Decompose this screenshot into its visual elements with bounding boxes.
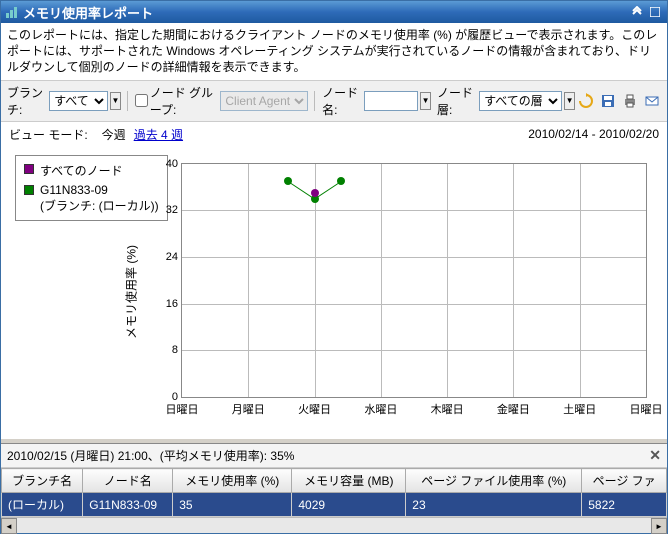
legend-item: G11N833-09 (ブランチ: (ローカル)) <box>24 183 159 214</box>
column-header[interactable]: メモリ容量 (MB) <box>292 469 406 493</box>
legend-label: すべてのノード <box>40 162 123 179</box>
y-tick: 40 <box>166 158 182 170</box>
detail-header-text: 2010/02/15 (月曜日) 21:00、(平均メモリ使用率): 35% <box>7 447 294 464</box>
chart: 0816243240日曜日月曜日火曜日水曜日木曜日金曜日土曜日日曜日 <box>151 153 657 428</box>
detail-close-icon[interactable]: ✕ <box>649 447 661 464</box>
detail-header: 2010/02/15 (月曜日) 21:00、(平均メモリ使用率): 35% ✕ <box>1 444 667 468</box>
viewmode-link[interactable]: 過去 4 週 <box>134 126 183 143</box>
detail-table-wrap[interactable]: ブランチ名ノード名メモリ使用率 (%)メモリ容量 (MB)ページ ファイル使用率… <box>1 468 667 517</box>
close-button[interactable] <box>647 4 663 20</box>
collapse-button[interactable] <box>629 4 645 20</box>
nodename-label: ノード名: <box>322 84 360 118</box>
chart-area: すべてのノード G11N833-09 (ブランチ: (ローカル)) メモリ使用率 … <box>1 147 667 438</box>
title-text: メモリ使用率レポート <box>23 3 153 22</box>
filter-bar: ブランチ: すべて ▼ ノード グループ: Client Agent ノード名:… <box>1 80 667 122</box>
x-tick: 金曜日 <box>497 397 530 417</box>
branch-select[interactable]: すべて <box>49 91 108 111</box>
table-cell: (ローカル) <box>2 493 83 517</box>
branch-dropdown-extra[interactable]: ▼ <box>110 92 121 110</box>
y-tick: 32 <box>166 204 182 216</box>
nodename-dropdown[interactable]: ▼ <box>420 92 431 110</box>
column-header[interactable]: ページ ファイル使用率 (%) <box>406 469 582 493</box>
refresh-icon[interactable] <box>577 92 595 110</box>
column-header[interactable]: ノード名 <box>83 469 173 493</box>
column-header[interactable]: メモリ使用率 (%) <box>173 469 292 493</box>
detail-table: ブランチ名ノード名メモリ使用率 (%)メモリ容量 (MB)ページ ファイル使用率… <box>1 468 667 517</box>
detail-panel: 2010/02/15 (月曜日) 21:00、(平均メモリ使用率): 35% ✕… <box>1 444 667 533</box>
scroll-left-button[interactable]: ◄ <box>1 518 17 534</box>
legend: すべてのノード G11N833-09 (ブランチ: (ローカル)) <box>15 155 168 221</box>
x-tick: 木曜日 <box>431 397 464 417</box>
save-icon[interactable] <box>599 92 617 110</box>
viewmode-label: ビュー モード: <box>9 126 88 143</box>
table-cell: 23 <box>406 493 582 517</box>
y-tick: 24 <box>166 251 182 263</box>
table-cell: 5822 <box>582 493 667 517</box>
titlebar[interactable]: メモリ使用率レポート <box>1 1 667 23</box>
legend-label: G11N833-09 (ブランチ: (ローカル)) <box>40 183 159 214</box>
table-cell: 35 <box>173 493 292 517</box>
table-cell: G11N833-09 <box>83 493 173 517</box>
tier-select[interactable]: すべての層 <box>479 91 562 111</box>
x-tick: 日曜日 <box>166 397 199 417</box>
content: このレポートには、指定した期間におけるクライアント ノードのメモリ使用率 (%)… <box>1 23 667 533</box>
x-tick: 月曜日 <box>232 397 265 417</box>
x-tick: 火曜日 <box>298 397 331 417</box>
column-header[interactable]: ブランチ名 <box>2 469 83 493</box>
viewmode-bar: ビュー モード: 今週 過去 4 週 2010/02/14 - 2010/02/… <box>1 122 667 147</box>
description: このレポートには、指定した期間におけるクライアント ノードのメモリ使用率 (%)… <box>1 23 667 80</box>
viewmode-current: 今週 <box>102 126 126 143</box>
plot-area[interactable]: 0816243240日曜日月曜日火曜日水曜日木曜日金曜日土曜日日曜日 <box>181 163 647 398</box>
data-point[interactable] <box>311 189 319 197</box>
legend-swatch <box>24 164 34 174</box>
tier-label: ノード層: <box>437 84 475 118</box>
report-window: メモリ使用率レポート このレポートには、指定した期間におけるクライアント ノード… <box>0 0 668 534</box>
column-header[interactable]: ページ ファ <box>582 469 667 493</box>
print-icon[interactable] <box>621 92 639 110</box>
y-axis-label: メモリ使用率 (%) <box>123 245 140 339</box>
horizontal-scrollbar[interactable]: ◄ ► <box>1 517 667 533</box>
date-range: 2010/02/14 - 2010/02/20 <box>528 127 659 141</box>
table-row[interactable]: (ローカル)G11N833-09354029235822 <box>2 493 667 517</box>
nodename-input[interactable] <box>364 91 418 111</box>
nodegroup-checkbox[interactable] <box>135 94 148 107</box>
email-icon[interactable] <box>643 92 661 110</box>
legend-item: すべてのノード <box>24 162 159 179</box>
x-tick: 土曜日 <box>563 397 596 417</box>
data-point[interactable] <box>337 177 345 185</box>
branch-label: ブランチ: <box>7 84 45 118</box>
nodegroup-label: ノード グループ: <box>150 84 217 118</box>
tier-dropdown-extra[interactable]: ▼ <box>564 92 575 110</box>
x-tick: 日曜日 <box>630 397 663 417</box>
report-icon <box>5 5 19 19</box>
y-tick: 16 <box>166 298 182 310</box>
nodegroup-select: Client Agent <box>220 91 308 111</box>
table-cell: 4029 <box>292 493 406 517</box>
y-tick: 8 <box>172 344 182 356</box>
x-tick: 水曜日 <box>364 397 397 417</box>
legend-swatch <box>24 185 34 195</box>
scroll-right-button[interactable]: ► <box>651 518 667 534</box>
data-point[interactable] <box>284 177 292 185</box>
